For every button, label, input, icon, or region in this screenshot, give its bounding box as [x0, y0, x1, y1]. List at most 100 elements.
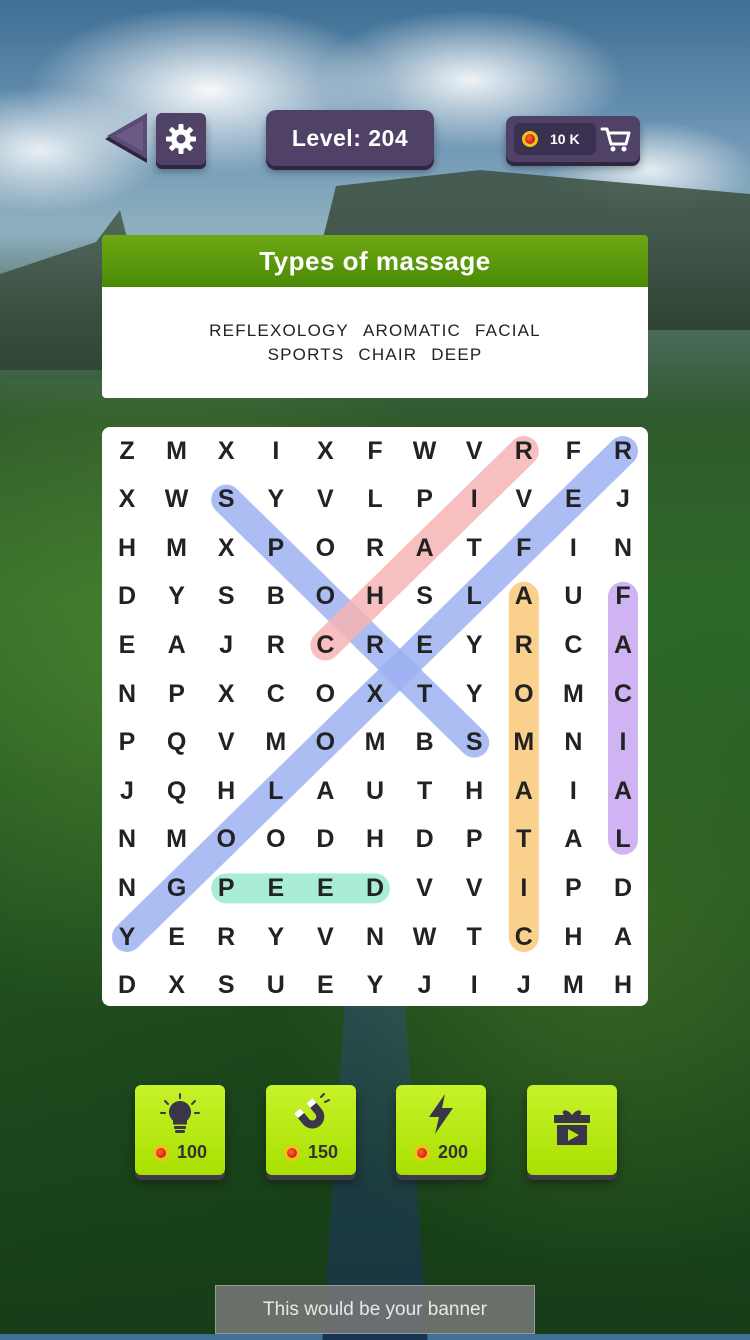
grid-cell-r3-c6[interactable]: S — [401, 573, 449, 621]
grid-cell-r8-c2[interactable]: O — [202, 816, 250, 864]
grid-cell-r3-c3[interactable]: B — [252, 573, 300, 621]
grid-cell-r1-c8[interactable]: V — [500, 476, 548, 524]
grid-cell-r10-c2[interactable]: R — [202, 913, 250, 961]
settings-button[interactable] — [156, 113, 206, 165]
grid-cell-r1-c4[interactable]: V — [301, 476, 349, 524]
grid-cell-r8-c6[interactable]: D — [401, 816, 449, 864]
grid-cell-r11-c1[interactable]: X — [153, 962, 201, 1006]
grid-cell-r3-c4[interactable]: O — [301, 573, 349, 621]
grid-cell-r2-c1[interactable]: M — [153, 524, 201, 572]
grid-cell-r8-c3[interactable]: O — [252, 816, 300, 864]
grid-cell-r9-c7[interactable]: V — [450, 864, 498, 912]
grid-cell-r3-c7[interactable]: L — [450, 573, 498, 621]
grid-cell-r4-c6[interactable]: E — [401, 621, 449, 669]
hint-powerup-button[interactable]: 100 — [135, 1085, 225, 1175]
grid-cell-r6-c6[interactable]: B — [401, 719, 449, 767]
grid-cell-r7-c6[interactable]: T — [401, 767, 449, 815]
grid-cell-r11-c3[interactable]: U — [252, 962, 300, 1006]
grid-cell-r10-c8[interactable]: C — [500, 913, 548, 961]
grid-cell-r0-c3[interactable]: I — [252, 427, 300, 475]
magnet-powerup-button[interactable]: 150 — [266, 1085, 356, 1175]
grid-cell-r2-c8[interactable]: F — [500, 524, 548, 572]
grid-cell-r6-c10[interactable]: I — [599, 719, 647, 767]
grid-cell-r3-c0[interactable]: D — [103, 573, 151, 621]
grid-cell-r1-c5[interactable]: L — [351, 476, 399, 524]
grid-cell-r9-c10[interactable]: D — [599, 864, 647, 912]
grid-cell-r4-c7[interactable]: Y — [450, 621, 498, 669]
grid-cell-r2-c10[interactable]: N — [599, 524, 647, 572]
grid-cell-r6-c2[interactable]: V — [202, 719, 250, 767]
grid-cell-r7-c1[interactable]: Q — [153, 767, 201, 815]
grid-cell-r5-c4[interactable]: O — [301, 670, 349, 718]
grid-cell-r4-c8[interactable]: R — [500, 621, 548, 669]
grid-cell-r5-c5[interactable]: X — [351, 670, 399, 718]
grid-cell-r2-c2[interactable]: X — [202, 524, 250, 572]
grid-cell-r9-c9[interactable]: P — [549, 864, 597, 912]
grid-cell-r11-c7[interactable]: I — [450, 962, 498, 1006]
grid-cell-r5-c7[interactable]: Y — [450, 670, 498, 718]
grid-cell-r1-c2[interactable]: S — [202, 476, 250, 524]
grid-cell-r6-c1[interactable]: Q — [153, 719, 201, 767]
grid-cell-r10-c0[interactable]: Y — [103, 913, 151, 961]
grid-cell-r0-c2[interactable]: X — [202, 427, 250, 475]
grid-cell-r2-c3[interactable]: P — [252, 524, 300, 572]
grid-cell-r5-c9[interactable]: M — [549, 670, 597, 718]
grid-cell-r6-c8[interactable]: M — [500, 719, 548, 767]
grid-cell-r10-c3[interactable]: Y — [252, 913, 300, 961]
grid-cell-r7-c5[interactable]: U — [351, 767, 399, 815]
grid-cell-r10-c7[interactable]: T — [450, 913, 498, 961]
grid-cell-r10-c1[interactable]: E — [153, 913, 201, 961]
grid-cell-r4-c0[interactable]: E — [103, 621, 151, 669]
ad-banner[interactable]: This would be your banner — [215, 1285, 535, 1334]
grid-cell-r7-c8[interactable]: A — [500, 767, 548, 815]
grid-cell-r2-c6[interactable]: A — [401, 524, 449, 572]
grid-cell-r9-c5[interactable]: D — [351, 864, 399, 912]
grid-cell-r2-c7[interactable]: T — [450, 524, 498, 572]
grid-cell-r0-c1[interactable]: M — [153, 427, 201, 475]
grid-cell-r2-c5[interactable]: R — [351, 524, 399, 572]
back-button[interactable] — [103, 113, 149, 165]
grid-cell-r9-c3[interactable]: E — [252, 864, 300, 912]
grid-cell-r0-c0[interactable]: Z — [103, 427, 151, 475]
coin-shop-button[interactable]: 10 K — [506, 116, 640, 162]
grid-cell-r1-c0[interactable]: X — [103, 476, 151, 524]
grid-cell-r4-c9[interactable]: C — [549, 621, 597, 669]
grid-cell-r8-c5[interactable]: H — [351, 816, 399, 864]
grid-cell-r3-c9[interactable]: U — [549, 573, 597, 621]
grid-cell-r10-c10[interactable]: A — [599, 913, 647, 961]
lightning-powerup-button[interactable]: 200 — [396, 1085, 486, 1175]
grid-cell-r11-c4[interactable]: E — [301, 962, 349, 1006]
grid-cell-r0-c4[interactable]: X — [301, 427, 349, 475]
grid-cell-r3-c10[interactable]: F — [599, 573, 647, 621]
grid-cell-r8-c9[interactable]: A — [549, 816, 597, 864]
grid-cell-r10-c9[interactable]: H — [549, 913, 597, 961]
grid-cell-r1-c1[interactable]: W — [153, 476, 201, 524]
grid-cell-r7-c2[interactable]: H — [202, 767, 250, 815]
grid-cell-r5-c2[interactable]: X — [202, 670, 250, 718]
grid-cell-r3-c8[interactable]: A — [500, 573, 548, 621]
grid-cell-r10-c5[interactable]: N — [351, 913, 399, 961]
grid-cell-r0-c10[interactable]: R — [599, 427, 647, 475]
grid-cell-r8-c0[interactable]: N — [103, 816, 151, 864]
grid-cell-r8-c4[interactable]: D — [301, 816, 349, 864]
grid-cell-r8-c8[interactable]: T — [500, 816, 548, 864]
grid-cell-r4-c10[interactable]: A — [599, 621, 647, 669]
grid-cell-r7-c9[interactable]: I — [549, 767, 597, 815]
grid-cell-r5-c10[interactable]: C — [599, 670, 647, 718]
grid-cell-r0-c5[interactable]: F — [351, 427, 399, 475]
grid-cell-r8-c7[interactable]: P — [450, 816, 498, 864]
grid-cell-r11-c8[interactable]: J — [500, 962, 548, 1006]
letter-grid[interactable]: ZMXIXFWVRFRXWSYVLPIVEJHMXPORATFINDYSBOHS… — [102, 427, 648, 1006]
grid-cell-r7-c10[interactable]: A — [599, 767, 647, 815]
grid-cell-r5-c0[interactable]: N — [103, 670, 151, 718]
grid-cell-r2-c9[interactable]: I — [549, 524, 597, 572]
grid-cell-r4-c2[interactable]: J — [202, 621, 250, 669]
grid-cell-r7-c0[interactable]: J — [103, 767, 151, 815]
grid-cell-r5-c1[interactable]: P — [153, 670, 201, 718]
grid-cell-r3-c5[interactable]: H — [351, 573, 399, 621]
grid-cell-r8-c1[interactable]: M — [153, 816, 201, 864]
grid-cell-r11-c6[interactable]: J — [401, 962, 449, 1006]
grid-cell-r1-c6[interactable]: P — [401, 476, 449, 524]
grid-cell-r4-c4[interactable]: C — [301, 621, 349, 669]
grid-cell-r6-c0[interactable]: P — [103, 719, 151, 767]
